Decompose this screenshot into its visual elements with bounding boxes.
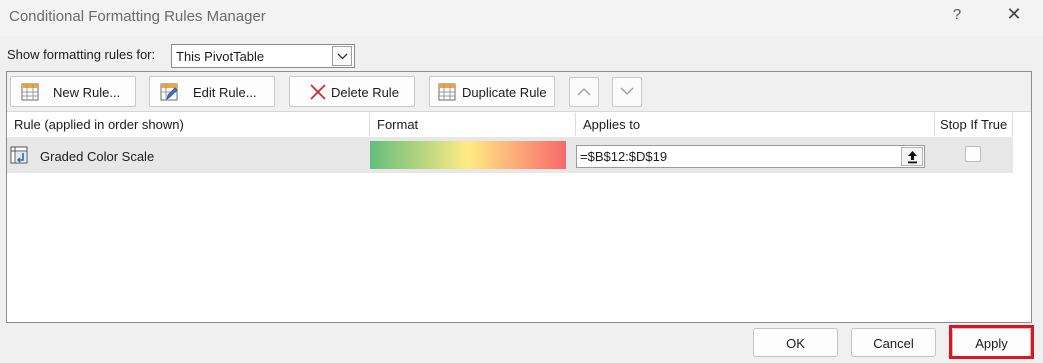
duplicate-rule-label: Duplicate Rule — [462, 85, 547, 100]
move-down-button[interactable] — [612, 77, 642, 107]
close-button[interactable]: ✕ — [1003, 4, 1025, 28]
dialog-title: Conditional Formatting Rules Manager — [9, 8, 266, 25]
new-rule-icon — [21, 83, 39, 101]
stop-if-true-checkbox[interactable] — [965, 146, 981, 162]
delete-icon — [310, 84, 326, 100]
color-scale-rule-icon — [10, 146, 28, 164]
column-stop-if-true-label: Stop If True — [940, 117, 1008, 132]
new-rule-label: New Rule... — [53, 85, 121, 100]
edit-rule-icon — [160, 83, 178, 101]
apply-highlight-box — [949, 325, 1034, 359]
rule-name: Graded Color Scale — [40, 149, 155, 164]
edit-rule-label: Edit Rule... — [193, 85, 257, 100]
column-format: Format — [370, 113, 576, 136]
show-rules-dropdown[interactable]: This PivotTable — [171, 44, 355, 68]
duplicate-rule-icon — [438, 83, 456, 101]
collapse-dialog-button[interactable] — [901, 147, 923, 166]
table-row[interactable]: Graded Color Scale =$B$12:$D$19 — [7, 137, 1013, 173]
column-rule-label: Rule (applied in order shown) — [14, 117, 184, 132]
help-button[interactable]: ? — [944, 6, 970, 28]
applies-to-value: =$B$12:$D$19 — [580, 149, 668, 164]
ok-button[interactable]: OK — [753, 328, 838, 357]
duplicate-rule-button[interactable]: Duplicate Rule — [429, 76, 555, 107]
show-rules-value: This PivotTable — [176, 49, 265, 64]
rules-panel: New Rule... Edit Rule... Delete Rule Dup… — [6, 71, 1032, 323]
edit-rule-button[interactable]: Edit Rule... — [149, 76, 275, 107]
title-bar: Conditional Formatting Rules Manager ? ✕ — [0, 0, 1043, 36]
delete-rule-label: Delete Rule — [331, 85, 399, 100]
chevron-up-icon — [577, 88, 591, 96]
rules-table-header: Rule (applied in order shown) Format App… — [7, 113, 1013, 136]
rules-toolbar: New Rule... Edit Rule... Delete Rule Dup… — [7, 72, 1031, 112]
column-stop-if-true: Stop If True — [935, 113, 1013, 136]
applies-to-input[interactable]: =$B$12:$D$19 — [576, 145, 925, 168]
format-preview-gradient — [370, 141, 566, 169]
new-rule-button[interactable]: New Rule... — [10, 76, 136, 107]
column-applies-to: Applies to — [576, 113, 935, 136]
chevron-down-icon[interactable] — [332, 46, 352, 66]
cancel-button[interactable]: Cancel — [851, 328, 936, 357]
column-format-label: Format — [377, 117, 419, 132]
show-rules-label: Show formatting rules for: — [7, 47, 156, 62]
column-rule: Rule (applied in order shown) — [7, 113, 370, 136]
cancel-label: Cancel — [873, 336, 914, 351]
column-applies-to-label: Applies to — [583, 117, 641, 132]
ok-label: OK — [786, 336, 805, 351]
delete-rule-button[interactable]: Delete Rule — [289, 76, 415, 107]
chevron-down-icon — [620, 87, 634, 95]
move-up-button[interactable] — [569, 77, 599, 107]
upload-arrow-icon — [908, 151, 917, 164]
